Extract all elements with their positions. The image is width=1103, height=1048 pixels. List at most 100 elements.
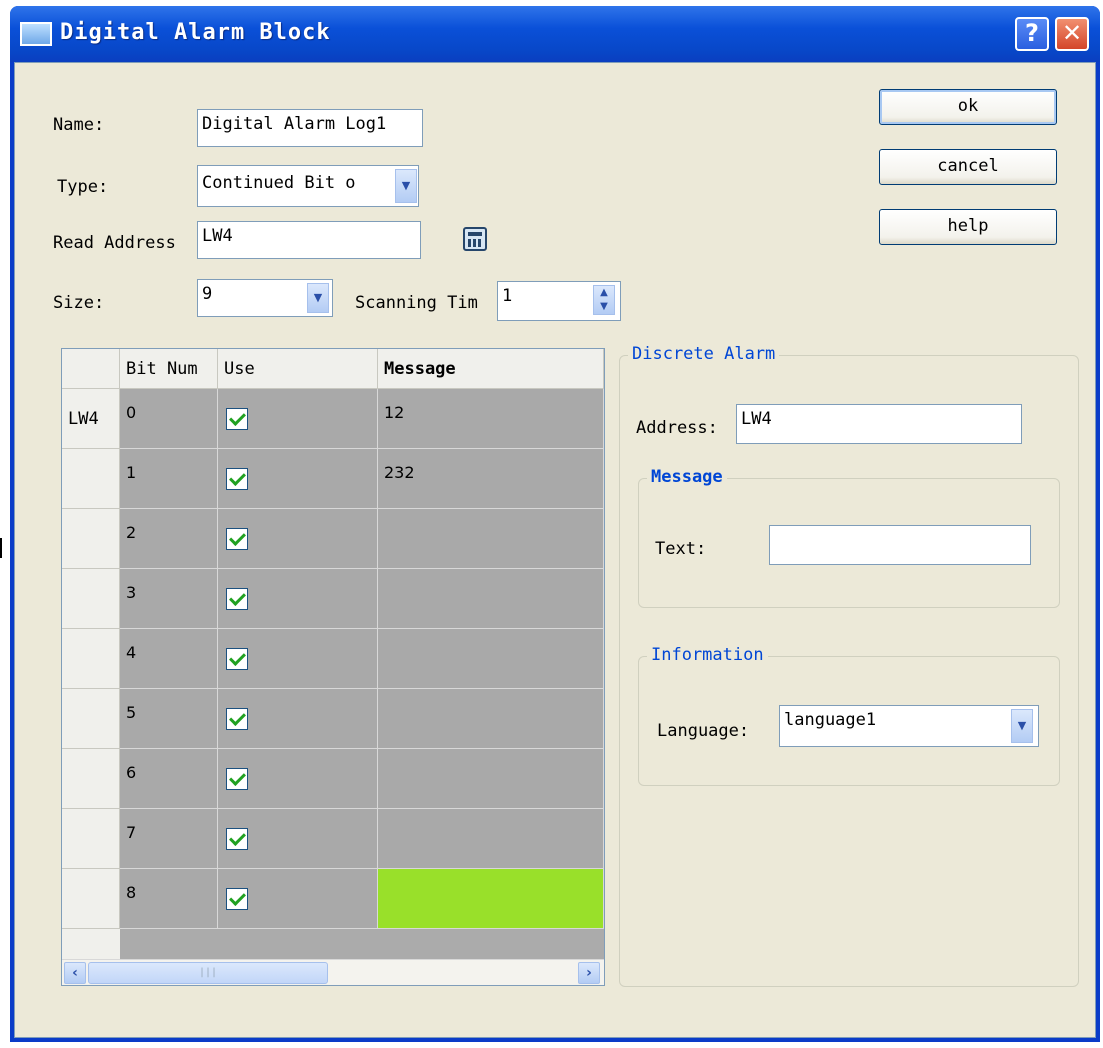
- row-header[interactable]: [62, 449, 120, 509]
- use-cell: [218, 869, 378, 929]
- use-checkbox[interactable]: [226, 468, 248, 490]
- message-cell[interactable]: 12: [378, 389, 604, 449]
- bit-num-cell[interactable]: 0: [120, 389, 218, 449]
- title-bar: Digital Alarm Block ? ✕: [10, 6, 1100, 62]
- bit-num-cell[interactable]: 5: [120, 689, 218, 749]
- column-header-bit-num[interactable]: Bit Num: [120, 349, 218, 389]
- message-cell[interactable]: [378, 869, 604, 929]
- message-cell[interactable]: [378, 509, 604, 569]
- name-label: Name:: [53, 115, 105, 135]
- ok-button[interactable]: ok: [879, 89, 1057, 125]
- dialog-window: Digital Alarm Block ? ✕ Name: Digital Al…: [10, 6, 1100, 1042]
- use-checkbox[interactable]: [226, 768, 248, 790]
- size-label: Size:: [53, 293, 105, 313]
- title-close-button[interactable]: ✕: [1055, 17, 1089, 51]
- help-button[interactable]: help: [879, 209, 1057, 245]
- scanning-time-value: 1: [502, 286, 513, 306]
- message-cell[interactable]: [378, 689, 604, 749]
- bit-num-cell[interactable]: 2: [120, 509, 218, 569]
- text-label: Text:: [655, 539, 707, 559]
- type-select-value: Continued Bit o: [202, 173, 356, 193]
- window-title: Digital Alarm Block: [60, 20, 331, 45]
- information-group: Information Language: language1 ▼: [638, 645, 1060, 786]
- message-text-input[interactable]: [769, 525, 1031, 565]
- table-row: 3: [62, 569, 604, 629]
- use-checkbox[interactable]: [226, 888, 248, 910]
- message-cell[interactable]: [378, 569, 604, 629]
- type-select[interactable]: Continued Bit o: [197, 165, 419, 207]
- language-label: Language:: [657, 721, 750, 741]
- bit-num-cell[interactable]: 3: [120, 569, 218, 629]
- cancel-button[interactable]: cancel: [879, 149, 1057, 185]
- row-header[interactable]: [62, 629, 120, 689]
- message-cell[interactable]: [378, 749, 604, 809]
- message-cell[interactable]: [378, 809, 604, 869]
- discrete-alarm-title: Discrete Alarm: [628, 344, 780, 364]
- read-address-label: Read Address: [53, 233, 176, 253]
- language-select[interactable]: language1: [779, 705, 1039, 747]
- use-cell: [218, 569, 378, 629]
- column-header-use[interactable]: Use: [218, 349, 378, 389]
- use-checkbox[interactable]: [226, 408, 248, 430]
- use-cell: [218, 689, 378, 749]
- use-checkbox[interactable]: [226, 528, 248, 550]
- table-row: 5: [62, 689, 604, 749]
- row-header[interactable]: [62, 509, 120, 569]
- table-row: 1 232: [62, 449, 604, 509]
- read-address-input[interactable]: LW4: [197, 221, 421, 259]
- use-cell: [218, 449, 378, 509]
- size-select-value: 9: [202, 284, 213, 304]
- table-row: 2: [62, 509, 604, 569]
- scroll-right-icon[interactable]: ›: [578, 962, 600, 984]
- column-header-message[interactable]: Message: [378, 349, 604, 389]
- bit-num-cell[interactable]: 8: [120, 869, 218, 929]
- scroll-left-icon[interactable]: ‹: [64, 962, 86, 984]
- use-cell: [218, 809, 378, 869]
- use-checkbox[interactable]: [226, 648, 248, 670]
- message-group-title: Message: [647, 467, 727, 487]
- row-header[interactable]: [62, 809, 120, 869]
- discrete-alarm-group: Discrete Alarm Address: LW4 Message Text…: [619, 344, 1079, 987]
- row-header[interactable]: [62, 869, 120, 929]
- table-row: 4: [62, 629, 604, 689]
- use-cell: [218, 389, 378, 449]
- row-header[interactable]: [62, 689, 120, 749]
- bit-num-cell[interactable]: 7: [120, 809, 218, 869]
- use-checkbox[interactable]: [226, 588, 248, 610]
- use-cell: [218, 509, 378, 569]
- chevron-down-icon[interactable]: ▼: [307, 283, 329, 313]
- calculator-icon[interactable]: [463, 227, 487, 251]
- address-input[interactable]: LW4: [736, 404, 1022, 444]
- table-row: LW4 0 12: [62, 389, 604, 449]
- bit-num-cell[interactable]: 6: [120, 749, 218, 809]
- bit-num-cell[interactable]: 4: [120, 629, 218, 689]
- message-cell[interactable]: [378, 629, 604, 689]
- use-checkbox[interactable]: [226, 828, 248, 850]
- message-group: Message Text:: [638, 467, 1060, 608]
- information-group-title: Information: [647, 645, 768, 665]
- horizontal-scrollbar[interactable]: ‹ ||| ›: [62, 959, 604, 985]
- message-cell[interactable]: 232: [378, 449, 604, 509]
- type-label: Type:: [57, 177, 109, 197]
- table-corner: [62, 349, 120, 389]
- dialog-client: Name: Digital Alarm Log1 Type: Continued…: [14, 62, 1096, 1038]
- spinner-icon[interactable]: ▲ ▼: [593, 285, 615, 315]
- chevron-down-icon[interactable]: ▼: [1011, 709, 1033, 743]
- row-header[interactable]: [62, 569, 120, 629]
- table-row: 7: [62, 809, 604, 869]
- alarm-bits-table: Bit Num Use Message LW4 0 12 1 232 2 3 4 5 6 7 8 ‹ …: [61, 348, 605, 986]
- scrollbar-thumb[interactable]: |||: [88, 962, 328, 984]
- use-checkbox[interactable]: [226, 708, 248, 730]
- use-cell: [218, 749, 378, 809]
- title-help-button[interactable]: ?: [1015, 17, 1049, 51]
- language-select-value: language1: [784, 710, 877, 730]
- stray-mark: [0, 538, 2, 558]
- address-label: Address:: [636, 418, 718, 438]
- chevron-down-icon[interactable]: ▼: [395, 169, 417, 203]
- row-header[interactable]: [62, 749, 120, 809]
- bit-num-cell[interactable]: 1: [120, 449, 218, 509]
- name-input[interactable]: Digital Alarm Log1: [197, 109, 423, 147]
- row-header[interactable]: LW4: [62, 389, 120, 449]
- scanning-time-label: Scanning Tim: [355, 293, 478, 313]
- table-row: 8: [62, 869, 604, 929]
